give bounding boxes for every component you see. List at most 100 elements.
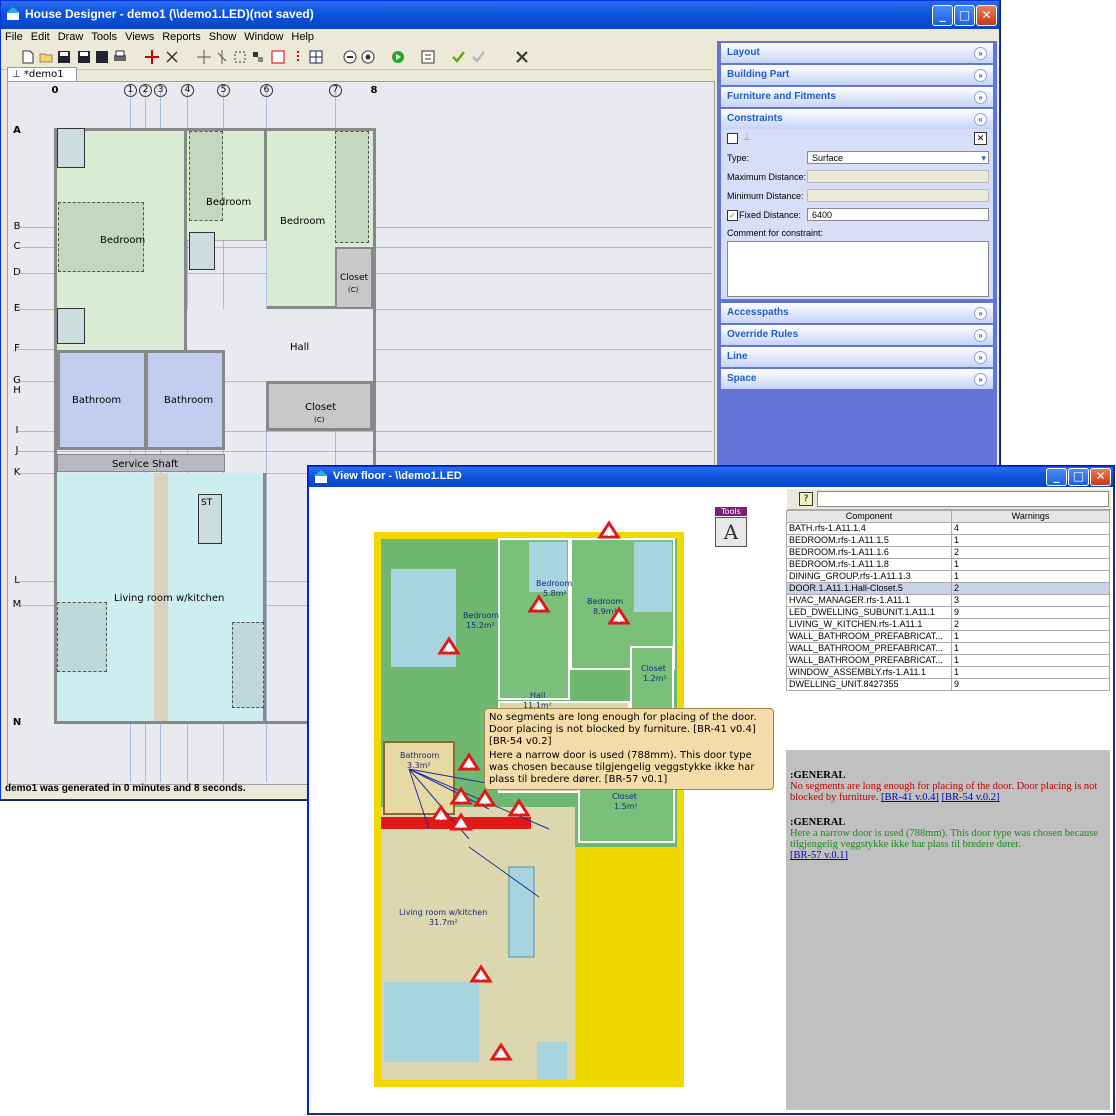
new-file-icon[interactable] (21, 50, 35, 64)
menu-reports[interactable]: Reports (158, 29, 205, 45)
menu-edit[interactable]: Edit (27, 29, 54, 45)
zoom-out-icon[interactable] (343, 50, 357, 64)
rule-link-br41[interactable]: [BR-41 v.0.4] (881, 792, 939, 803)
zoom-in-icon[interactable] (361, 50, 375, 64)
generate-icon[interactable] (421, 50, 435, 64)
fixed-distance-field[interactable]: 6400 (807, 208, 989, 221)
svg-text:!: ! (458, 818, 463, 831)
cell-component: BEDROOM.rfs-1.A11.1.8 (786, 558, 952, 571)
label-st: ST (201, 498, 213, 508)
remove-axis-icon[interactable] (165, 50, 179, 64)
table-row[interactable]: BEDROOM.rfs-1.A11.1.8 1 (786, 558, 1110, 571)
constraint-checkbox[interactable] (727, 133, 738, 144)
table-toolbar: ? (787, 489, 1111, 510)
menu-help[interactable]: Help (287, 29, 318, 45)
section-building-part[interactable]: Building Part » (721, 65, 993, 85)
table-row[interactable]: HVAC_MANAGER.rfs-1.A11.1 3 (786, 594, 1110, 607)
type-select-value: Surface (812, 153, 844, 163)
comment-textarea[interactable] (727, 241, 989, 297)
table-row[interactable]: WALL_BATHROOM_PREFABRICAT... 1 (786, 642, 1110, 655)
table-row[interactable]: DWELLING_UNIT.8427355 9 (786, 678, 1110, 691)
section-accesspaths[interactable]: Accesspaths » (721, 303, 993, 323)
section-layout[interactable]: Layout » (721, 43, 993, 63)
table-row[interactable]: LED_DWELLING_SUBUNIT.1.A11.1 9 (786, 606, 1110, 619)
menu-draw[interactable]: Draw (54, 29, 88, 45)
delete-constraint-button[interactable]: ✕ (974, 132, 987, 145)
main-titlebar[interactable]: House Designer - demo1 (\\demo1.LED)(not… (1, 1, 999, 29)
cell-component: DOOR.1.A11.1.Hall-Closet.5 (786, 582, 952, 595)
section-space[interactable]: Space » (721, 369, 993, 389)
section-furniture-label: Furniture and Fitments (727, 91, 836, 102)
table-row[interactable]: DINING_GROUP.rfs-1.A11.1.3 1 (786, 570, 1110, 583)
min-distance-field[interactable] (807, 189, 989, 202)
close-button[interactable]: ✕ (1090, 468, 1111, 486)
rule-link-br57[interactable]: [BR-57 v.0.1] (790, 850, 848, 861)
align-icon[interactable] (251, 50, 265, 64)
tools-cross-icon[interactable] (515, 50, 529, 64)
print-icon[interactable] (113, 50, 127, 64)
type-select[interactable]: Surface ▾ (807, 151, 989, 164)
menu-tools[interactable]: Tools (87, 29, 121, 45)
section-line[interactable]: Line » (721, 347, 993, 367)
menu-views[interactable]: Views (121, 29, 158, 45)
section-furniture[interactable]: Furniture and Fitments » (721, 87, 993, 107)
cell-warnings: 9 (951, 606, 1110, 619)
svg-text:!: ! (466, 758, 471, 771)
table-row[interactable]: BATH.rfs-1.A11.1.4 4 (786, 522, 1110, 535)
grid-icon[interactable] (271, 50, 285, 64)
filter-input[interactable] (817, 491, 1109, 507)
maximize-button[interactable]: □ (954, 5, 975, 26)
view-label-bathroom: Bathroom (400, 751, 440, 760)
cell-warnings: 1 (951, 558, 1110, 571)
column-header-warnings[interactable]: Warnings (951, 510, 1110, 523)
check-icon[interactable] (451, 50, 465, 64)
table (537, 1042, 567, 1080)
menu-file[interactable]: File (1, 29, 27, 45)
save-icon[interactable] (57, 50, 71, 64)
layout-icon[interactable] (309, 50, 323, 64)
svg-text:!: ! (446, 642, 451, 655)
marker-icon[interactable] (291, 50, 305, 64)
table-row[interactable]: BEDROOM.rfs-1.A11.1.5 1 (786, 534, 1110, 547)
section-constraints[interactable]: Constraints « (721, 109, 993, 129)
open-folder-icon[interactable] (39, 50, 53, 64)
close-button[interactable]: ✕ (976, 5, 997, 26)
split-tool-icon[interactable] (215, 50, 229, 64)
cell-warnings: 4 (951, 522, 1110, 535)
undo-check-icon[interactable] (471, 50, 485, 64)
view-titlebar[interactable]: View floor - \\demo1.LED _ □ ✕ (309, 467, 1113, 487)
table-row[interactable]: WALL_BATHROOM_PREFABRICAT... 1 (786, 630, 1110, 643)
add-axis-icon[interactable] (145, 50, 159, 64)
menu-window[interactable]: Window (240, 29, 287, 45)
help-icon[interactable]: ? (799, 492, 813, 506)
rule-link-br54[interactable]: [BR-54 v.0.2] (942, 792, 1000, 803)
select-area-icon[interactable] (233, 50, 247, 64)
table-row[interactable]: WALL_BATHROOM_PREFABRICAT... 1 (786, 654, 1110, 667)
cell-component: HVAC_MANAGER.rfs-1.A11.1 (786, 594, 952, 607)
menu-show[interactable]: Show (205, 29, 241, 45)
cell-warnings: 1 (951, 666, 1110, 679)
view-floor-plan[interactable]: !!!!!!!!!!!! (369, 507, 689, 1097)
table-row[interactable]: WINDOW_ASSEMBLY.rfs-1.A11.1 1 (786, 666, 1110, 679)
max-distance-label: Maximum Distance: (727, 172, 807, 182)
column-header-component[interactable]: Component (786, 510, 952, 523)
maximize-button[interactable]: □ (1068, 468, 1089, 486)
table-row[interactable]: BEDROOM.rfs-1.A11.1.6 2 (786, 546, 1110, 559)
section-override-rules[interactable]: Override Rules » (721, 325, 993, 345)
save-as-icon[interactable] (77, 50, 91, 64)
section-line-label: Line (727, 351, 748, 362)
run-icon[interactable] (391, 50, 405, 64)
table-row-selected[interactable]: DOOR.1.A11.1.Hall-Closet.5 2 (786, 582, 1110, 595)
pin-icon[interactable]: ⊥ (743, 132, 751, 143)
minimize-button[interactable]: _ (1046, 468, 1067, 486)
tools-button[interactable]: Tools A (715, 507, 747, 547)
max-distance-field[interactable] (807, 170, 989, 183)
wall-tool-icon[interactable] (197, 50, 211, 64)
info-heading-1: :GENERAL (790, 770, 846, 781)
tab-demo1[interactable]: ⊥ *demo1 (7, 67, 77, 82)
view-label-bedroom-b: Bedroom (536, 579, 573, 588)
fixed-distance-checkbox[interactable]: ✓ (727, 210, 738, 221)
table-row[interactable]: LIVING_W_KITCHEN.rfs-1.A11.1 2 (786, 618, 1110, 631)
save-all-icon[interactable] (95, 50, 109, 64)
minimize-button[interactable]: _ (932, 5, 953, 26)
